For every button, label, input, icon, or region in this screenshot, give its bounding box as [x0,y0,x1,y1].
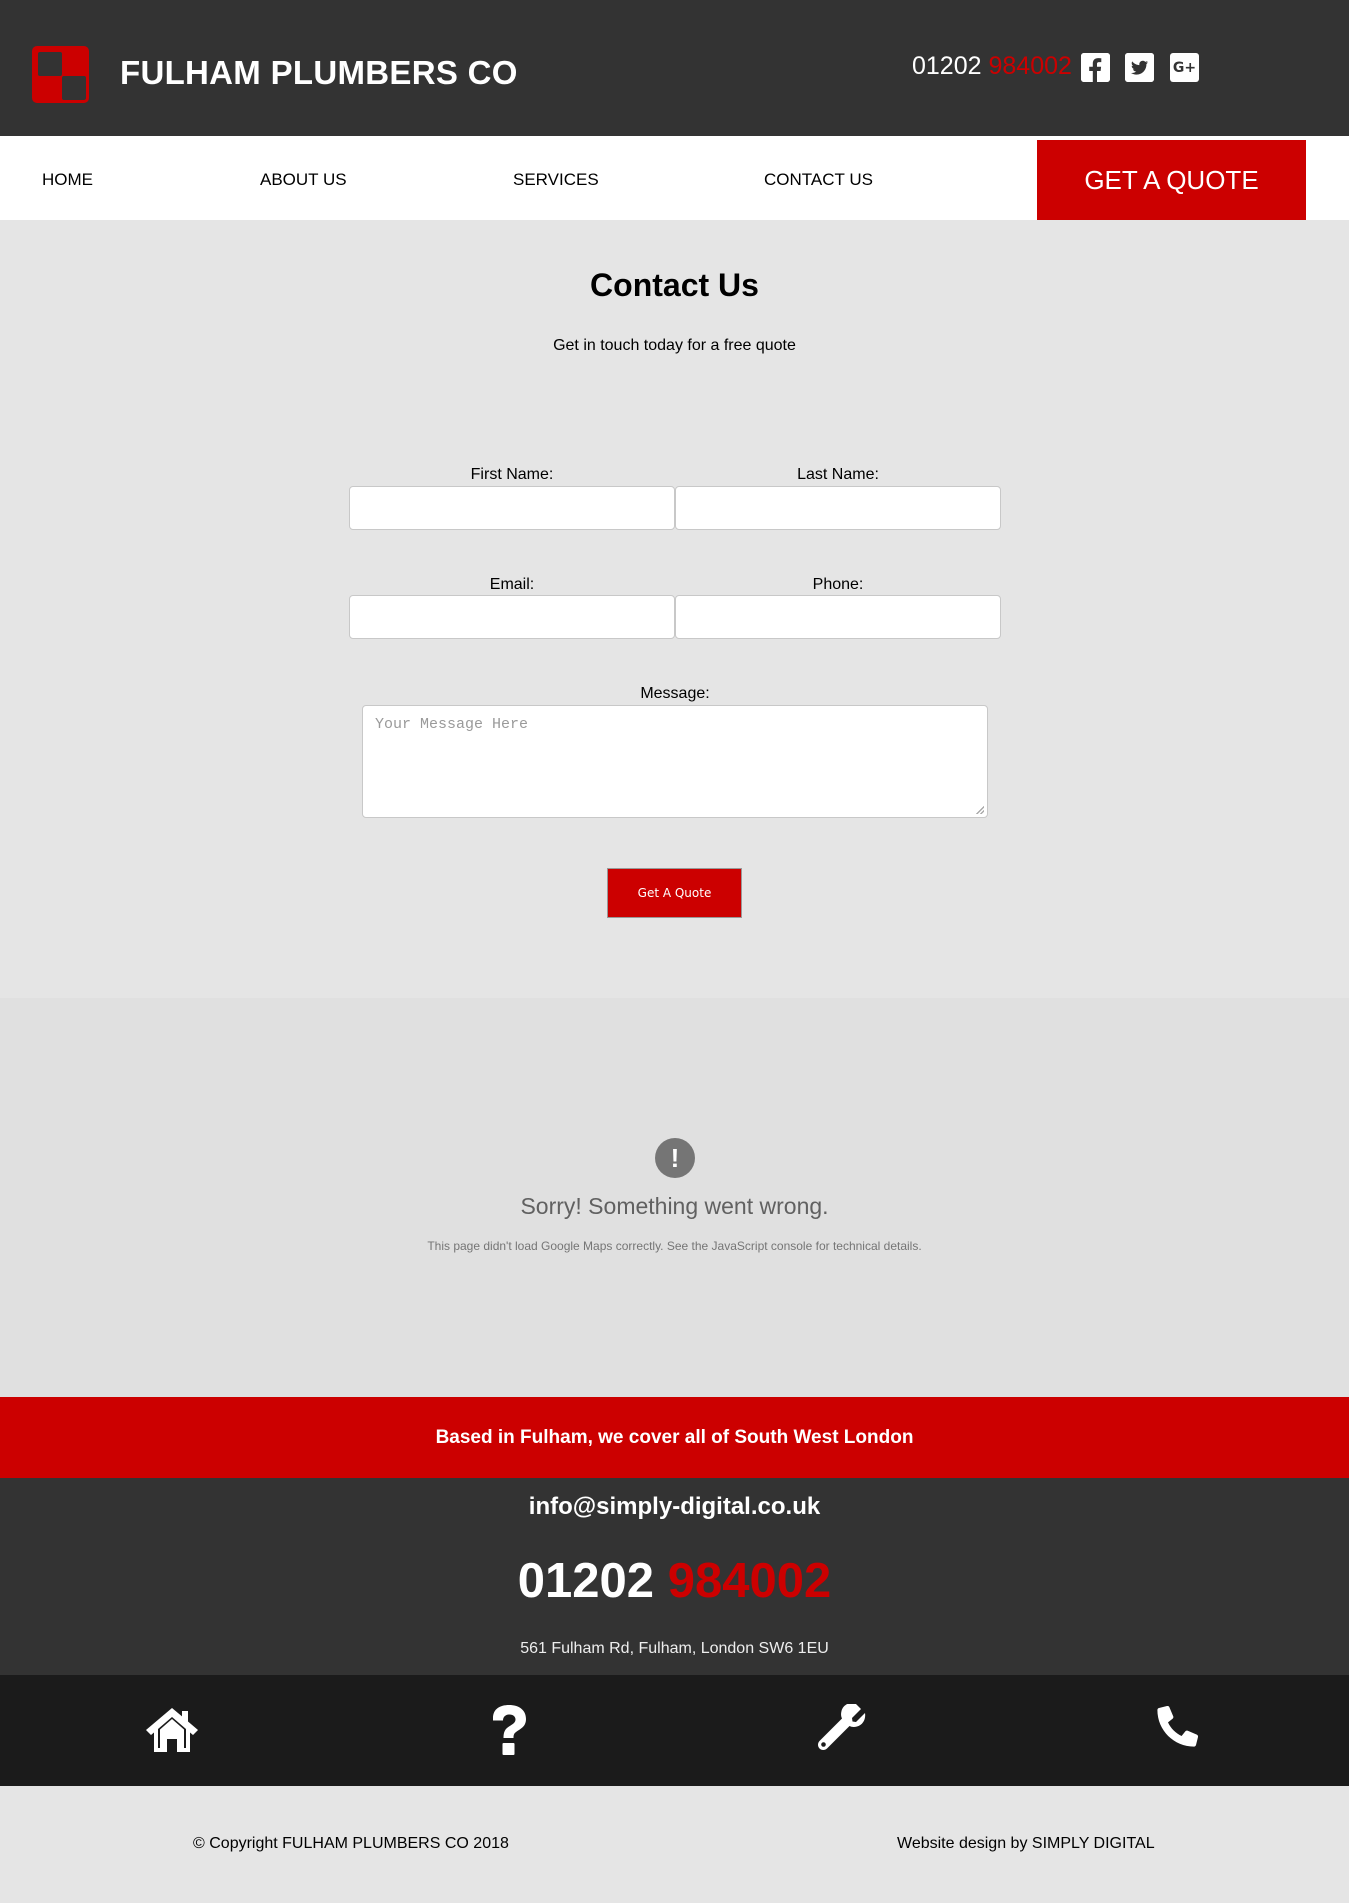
first-name-label: First Name: [470,466,554,483]
designer-credit[interactable]: Website design by SIMPLY DIGITAL [897,1835,1155,1853]
nav-about-us[interactable]: ABOUT US [260,170,347,190]
copyright-bar: © Copyright FULHAM PLUMBERS CO 2018 Webs… [0,1786,1349,1903]
first-name-field[interactable] [349,486,675,530]
get-a-quote-button[interactable]: GET A QUOTE [1037,140,1306,220]
phone-icon[interactable] [1151,1702,1207,1758]
nav-contact-us[interactable]: CONTACT US [764,170,873,190]
nav-services[interactable]: SERVICES [513,170,599,190]
resize-grip-icon[interactable] [976,806,984,814]
nav-home[interactable]: HOME [42,170,93,190]
submit-quote-button[interactable]: Get A Quote [607,868,742,918]
brand-name[interactable]: FULHAM PLUMBERS CO [120,54,518,92]
message-label: Message: [640,685,710,702]
footer-phone[interactable]: 01202 984002 [0,1553,1349,1609]
footer-phone-prefix: 01202 [517,1554,655,1608]
contact-section: Contact Us Get in touch today for a free… [0,220,1349,998]
logo-icon[interactable] [32,46,89,103]
phone-label: Phone: [812,576,864,593]
map-error-panel: ! Sorry! Something went wrong. This page… [0,998,1349,1397]
home-icon[interactable] [144,1702,200,1758]
phone-field[interactable] [675,595,1001,639]
email-field[interactable] [349,595,675,639]
footer-phone-suffix: 984002 [667,1554,832,1608]
coverage-banner: Based in Fulham, we cover all of South W… [0,1397,1349,1478]
page-title: Contact Us [590,267,759,303]
copyright-text: © Copyright FULHAM PLUMBERS CO 2018 [193,1835,509,1852]
error-text: This page didn't load Google Maps correc… [427,1239,922,1253]
message-textarea[interactable]: Your Message Here [362,705,988,818]
header-phone[interactable]: 01202 984002 [912,52,1072,81]
header-phone-suffix: 984002 [988,52,1072,80]
question-icon[interactable] [481,1702,537,1758]
last-name-label: Last Name: [797,466,879,483]
footer-contact-info: info@simply-digital.co.uk 01202 984002 5… [0,1478,1349,1675]
main-nav: HOME ABOUT US SERVICES CONTACT US GET A … [0,136,1349,220]
error-title: Sorry! Something went wrong. [520,1193,829,1219]
email-label: Email: [489,576,535,593]
footer-email[interactable]: info@simply-digital.co.uk [0,1493,1349,1521]
footer-address: 561 Fulham Rd, Fulham, London SW6 1EU [520,1640,829,1657]
last-name-field[interactable] [675,486,1001,530]
message-placeholder: Your Message Here [375,716,529,733]
google-plus-icon[interactable]: G+ [1170,53,1199,82]
twitter-icon[interactable] [1125,53,1154,82]
facebook-icon[interactable] [1081,53,1110,82]
page-subtitle: Get in touch today for a free quote [553,337,796,354]
header-phone-prefix: 01202 [912,52,982,80]
site-header: FULHAM PLUMBERS CO 01202 984002 G+ [0,0,1349,136]
error-icon: ! [655,1138,695,1178]
footer-icon-nav [0,1675,1349,1786]
wrench-icon[interactable] [812,1702,868,1758]
